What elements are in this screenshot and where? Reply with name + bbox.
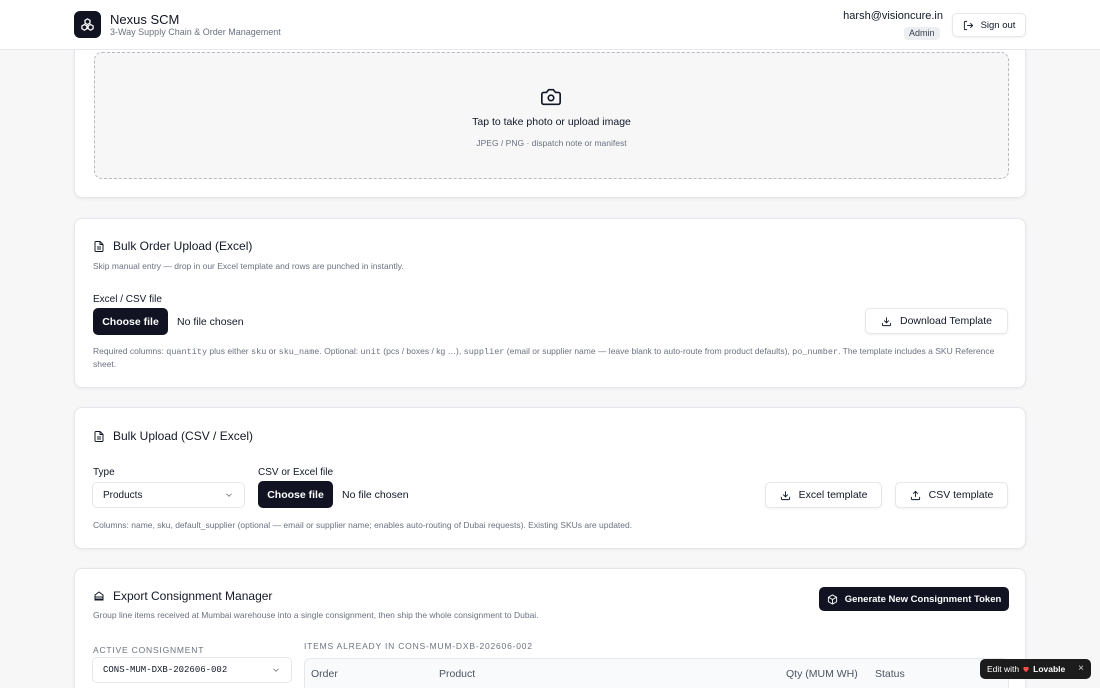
bulk-upload-card: Bulk Upload (CSV / Excel) Type Products … [74, 407, 1026, 549]
type-select[interactable]: Products [92, 482, 245, 508]
app-logo [74, 11, 101, 38]
csv-file-label: CSV or Excel file [258, 467, 334, 478]
bulk-order-title: Bulk Order Upload (Excel) [113, 239, 253, 253]
download-icon [780, 490, 790, 500]
user-email: harsh@visioncure.in [843, 10, 943, 22]
photo-dropzone[interactable]: Tap to take photo or upload image JPEG /… [94, 52, 1009, 179]
consignment-items-table: Order Product Qty (MUM WH) Status [304, 658, 1009, 688]
csv-template-button[interactable]: CSV template [895, 482, 1008, 508]
bulk-upload-help: Columns: name, sku, default_supplier (op… [93, 520, 633, 530]
column-header-product[interactable]: Product [439, 668, 475, 680]
bulk-upload-title-row: Bulk Upload (CSV / Excel) [93, 429, 253, 443]
column-header-order[interactable]: Order [311, 668, 338, 680]
app-name: Nexus SCM [110, 12, 180, 27]
consignment-description: Group line items received at Mumbai ware… [93, 610, 539, 620]
sign-out-label: Sign out [980, 19, 1016, 31]
generate-token-button[interactable]: Generate New Consignment Token [819, 587, 1009, 611]
excel-template-button[interactable]: Excel template [765, 482, 882, 508]
chevron-down-icon [273, 668, 279, 672]
sign-out-button[interactable]: Sign out [952, 13, 1026, 37]
boxes-icon [81, 18, 94, 31]
upload-icon [910, 490, 920, 500]
consignment-title: Export Consignment Manager [113, 589, 273, 603]
no-file-text: No file chosen [177, 316, 244, 328]
bulk-upload-title: Bulk Upload (CSV / Excel) [113, 429, 254, 443]
app-subtitle: 3-Way Supply Chain & Order Management [110, 27, 281, 37]
package-icon [827, 593, 837, 605]
active-consignment-select[interactable]: CONS-MUM-DXB-202606-002 [92, 657, 292, 683]
excel-file-label: Excel / CSV file [93, 294, 162, 305]
column-header-qty[interactable]: Qty (MUM WH) [786, 668, 858, 680]
download-template-button[interactable]: Download Template [865, 308, 1008, 334]
bulk-order-help: Required columns: quantity plus either s… [93, 346, 995, 369]
role-badge: Admin [904, 27, 940, 40]
edit-with-lovable-badge[interactable]: Edit with Lovable × [980, 659, 1091, 679]
dropzone-subtitle: JPEG / PNG · dispatch note or manifest [476, 138, 627, 148]
log-out-icon [963, 20, 973, 30]
camera-icon [541, 88, 561, 106]
generate-token-label: Generate New Consignment Token [844, 593, 1002, 605]
download-icon [881, 316, 892, 326]
no-file-text: No file chosen [342, 489, 409, 501]
lovable-brand: Lovable [1033, 664, 1066, 674]
download-template-label: Download Template [899, 315, 993, 327]
bulk-order-description: Skip manual entry — drop in our Excel te… [93, 261, 404, 271]
chevron-down-icon [226, 493, 232, 497]
csv-template-label: CSV template [928, 489, 994, 501]
file-text-icon [94, 240, 104, 252]
file-text-icon [94, 430, 104, 442]
edit-with-label: Edit with [987, 664, 1020, 674]
type-select-value: Products [103, 489, 143, 501]
type-label: Type [93, 467, 115, 478]
column-header-status[interactable]: Status [875, 668, 905, 680]
consignment-title-row: Export Consignment Manager [93, 589, 272, 603]
active-consignment-value: CONS-MUM-DXB-202606-002 [103, 665, 228, 675]
container-icon [94, 591, 104, 601]
dropzone-title: Tap to take photo or upload image [472, 116, 631, 128]
items-in-consignment-label: ITEMS ALREADY IN CONS-MUM-DXB-202606-002 [304, 641, 533, 651]
choose-file-button[interactable]: Choose file [93, 308, 168, 335]
choose-file-button[interactable]: Choose file [258, 481, 333, 508]
active-consignment-label: ACTIVE CONSIGNMENT [93, 645, 205, 655]
bulk-order-card: Bulk Order Upload (Excel) Skip manual en… [74, 218, 1026, 388]
bulk-order-title-row: Bulk Order Upload (Excel) [93, 239, 252, 253]
top-bar: Nexus SCM 3-Way Supply Chain & Order Man… [0, 0, 1100, 50]
excel-template-label: Excel template [798, 489, 868, 501]
heart-icon [1023, 666, 1029, 672]
close-icon[interactable]: × [1078, 663, 1084, 674]
consignment-card: Export Consignment Manager Group line it… [74, 568, 1026, 688]
